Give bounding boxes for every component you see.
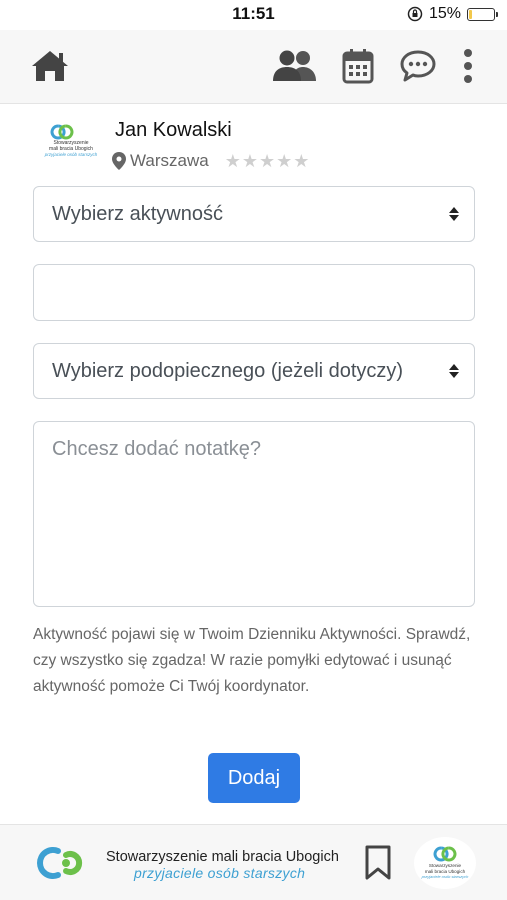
chat-icon[interactable] (398, 46, 438, 86)
battery-level (469, 9, 472, 19)
profile-name: Jan Kowalski (115, 119, 232, 141)
battery-percent: 15% (428, 5, 461, 22)
footer-logo (32, 841, 98, 885)
select-arrows-icon (448, 364, 460, 378)
help-text: Aktywność pojawi się w Twoim Dzienniku A… (33, 626, 471, 695)
star-icon: ★ (259, 151, 276, 171)
footer-subtitle: przyjaciele osób starszych (134, 865, 306, 881)
more-icon[interactable] (458, 46, 478, 86)
footer-badge-logo: Stowarzyszenie mali bracia Ubogich przyj… (414, 837, 476, 889)
ward-select[interactable]: Wybierz podopiecznego (jeżeli dotyczy) (33, 343, 475, 399)
svg-text:Stowarzyszenie: Stowarzyszenie (429, 863, 462, 868)
location-label: Warszawa (130, 151, 209, 170)
select-arrows-icon (448, 207, 460, 221)
battery-icon (467, 7, 498, 21)
add-button[interactable]: Dodaj (208, 753, 300, 803)
star-icon: ★ (224, 151, 241, 171)
profile-header: Stowarzyszenie mali bracia Ubogich przyj… (0, 104, 507, 184)
svg-text:przyjaciele osób starszych: przyjaciele osób starszych (421, 874, 469, 879)
ward-select-value: Wybierz podopiecznego (jeżeli dotyczy) (52, 359, 404, 382)
star-icon: ★ (241, 151, 258, 171)
footer-title: Stowarzyszenie mali bracia Ubogich (106, 849, 339, 865)
svg-text:przyjaciele osób starszych: przyjaciele osób starszych (44, 152, 98, 157)
activity-select[interactable]: Wybierz aktywność (33, 186, 475, 242)
note-textarea[interactable]: Chcesz dodać notatkę? (33, 421, 475, 607)
note-placeholder: Chcesz dodać notatkę? (52, 438, 262, 460)
star-icon: ★ (276, 151, 293, 171)
footer: Stowarzyszenie mali bracia Ubogich przyj… (0, 824, 507, 900)
home-icon[interactable] (30, 46, 70, 86)
status-indicators: 15% (407, 5, 498, 23)
status-bar: 11:51 15% (0, 0, 507, 30)
organization-logo: Stowarzyszenie mali bracia Ubogich przyj… (44, 122, 98, 164)
users-icon[interactable] (272, 46, 318, 86)
profile-location: Warszawa ★ ★ ★ ★ ★ (112, 151, 309, 171)
bookmark-icon[interactable] (364, 845, 392, 886)
rating-stars: ★ ★ ★ ★ ★ (225, 152, 310, 170)
calendar-icon[interactable] (340, 46, 376, 86)
orientation-lock-icon (407, 6, 423, 22)
top-navbar (0, 30, 507, 104)
star-icon: ★ (293, 151, 310, 171)
map-marker-icon (112, 152, 126, 170)
activity-select-value: Wybierz aktywność (52, 202, 223, 225)
activity-text-input[interactable] (33, 264, 475, 321)
